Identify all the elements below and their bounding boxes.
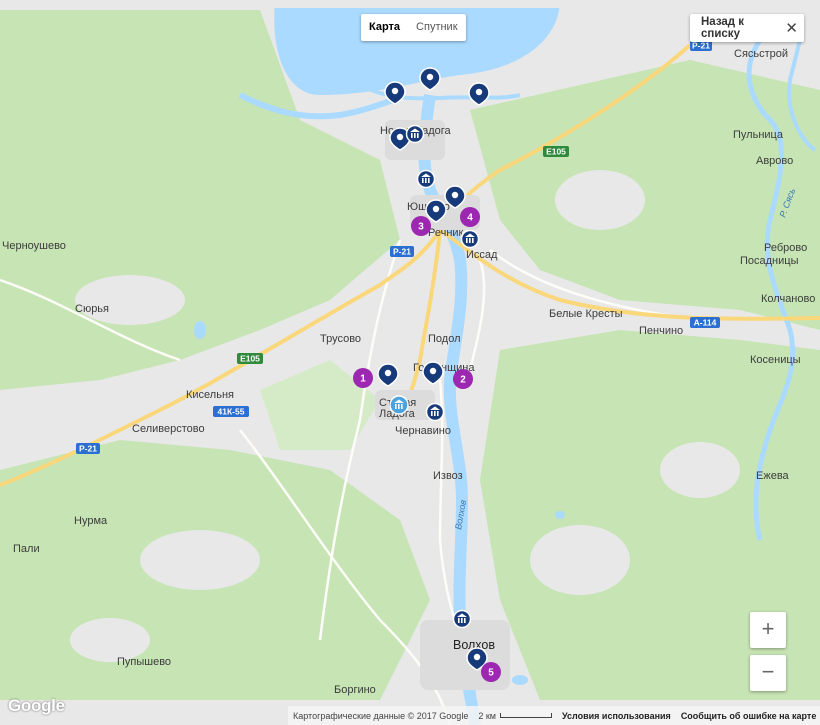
label-posadnitsy: Посадницы xyxy=(740,255,799,267)
svg-text:А-114: А-114 xyxy=(694,318,717,328)
shield-p21-mid: Р-21 xyxy=(390,246,414,257)
label-kolchanovo: Колчаново xyxy=(761,293,815,305)
numbered-marker-2[interactable]: 2 xyxy=(453,369,473,389)
svg-text:E105: E105 xyxy=(546,147,566,157)
shield-a114: А-114 xyxy=(690,317,720,328)
label-belye-kresty: Белые Кресты xyxy=(549,308,623,320)
map-type-control: Карта Спутник xyxy=(361,14,466,41)
back-to-list-button[interactable]: Назад к списку ✕ xyxy=(690,14,804,42)
label-pali: Пали xyxy=(13,543,40,555)
label-kiselnya: Кисельня xyxy=(186,389,234,401)
numbered-marker-5[interactable]: 5 xyxy=(481,662,501,682)
map-type-satellite-button[interactable]: Спутник xyxy=(408,14,465,41)
label-syasstroy: Сясьстрой xyxy=(734,48,788,60)
museum-icon[interactable] xyxy=(452,609,472,629)
label-kosenitsy: Косеницы xyxy=(750,354,801,366)
scale-bar[interactable]: 2 км xyxy=(473,711,557,721)
label-issad: Иссад xyxy=(466,249,498,261)
shield-p21-left: Р-21 xyxy=(76,443,100,454)
museum-icon[interactable] xyxy=(416,169,436,189)
map-canvas[interactable]: Р-21 E105 Р-21 E105 41К-55 А-114 Р-21 Но… xyxy=(0,0,820,725)
shield-e105-top: E105 xyxy=(543,146,569,157)
close-icon[interactable]: ✕ xyxy=(785,19,798,37)
selected-museum-icon[interactable] xyxy=(389,395,409,415)
zoom-out-button[interactable]: − xyxy=(750,655,786,691)
terms-link[interactable]: Условия использования xyxy=(557,711,676,721)
museum-icon[interactable] xyxy=(460,229,480,249)
svg-text:Р-21: Р-21 xyxy=(79,444,97,454)
svg-text:4: 4 xyxy=(467,213,473,224)
zoom-in-button[interactable]: + xyxy=(750,612,786,648)
top-strip xyxy=(0,0,820,8)
scale-line xyxy=(499,713,552,718)
back-to-list-label: Назад к списку xyxy=(701,16,745,40)
label-izvoz: Извоз xyxy=(433,470,463,482)
numbered-marker-1[interactable]: 1 xyxy=(353,368,373,388)
label-chernoushevo: Черноушево xyxy=(2,240,66,252)
museum-icon[interactable] xyxy=(425,402,445,422)
scale-label: 2 км xyxy=(478,710,496,721)
map-data-attribution: Картографические данные © 2017 Google xyxy=(293,710,469,721)
label-seliverstovo: Селиверстово xyxy=(132,423,205,435)
svg-text:E105: E105 xyxy=(240,354,260,364)
label-chernavino: Чернавино xyxy=(395,425,451,437)
label-penchino: Пенчино xyxy=(639,325,683,337)
svg-text:1: 1 xyxy=(360,374,366,385)
svg-text:5: 5 xyxy=(488,668,494,679)
map-footer: Картографические данные © 2017 Google 2 … xyxy=(288,706,820,725)
report-error-link[interactable]: Сообщить об ошибке на карте xyxy=(676,711,820,721)
numbered-marker-4[interactable]: 4 xyxy=(460,207,480,227)
numbered-marker-3[interactable]: 3 xyxy=(411,216,431,236)
label-podol: Подол xyxy=(428,333,461,345)
shield-e105-mid: E105 xyxy=(237,353,263,364)
google-logo[interactable]: Google xyxy=(8,696,65,716)
label-borgino: Боргино xyxy=(334,684,376,696)
svg-text:Р-21: Р-21 xyxy=(393,247,411,257)
label-syurya: Сюрья xyxy=(75,303,109,315)
label-ezheva: Ежева xyxy=(756,470,790,482)
svg-text:41К-55: 41К-55 xyxy=(218,407,245,417)
svg-text:2: 2 xyxy=(460,375,466,386)
map-type-map-button[interactable]: Карта xyxy=(361,14,408,41)
map-svg[interactable]: Р-21 E105 Р-21 E105 41К-55 А-114 Р-21 Но… xyxy=(0,0,820,725)
shield-k55: 41К-55 xyxy=(213,406,249,417)
svg-text:Р-21: Р-21 xyxy=(692,41,710,51)
label-rebrovo: Реброво xyxy=(764,242,807,254)
label-pulnitsa: Пульница xyxy=(733,129,784,141)
label-nurma: Нурма xyxy=(74,515,108,527)
museum-icon[interactable] xyxy=(405,124,425,144)
svg-text:3: 3 xyxy=(418,222,424,233)
label-rechnik: Речник xyxy=(428,227,464,239)
label-pupyshevo: Пупышево xyxy=(117,656,171,668)
label-trusovo: Трусово xyxy=(320,333,361,345)
label-avrovo: Аврово xyxy=(756,155,793,167)
